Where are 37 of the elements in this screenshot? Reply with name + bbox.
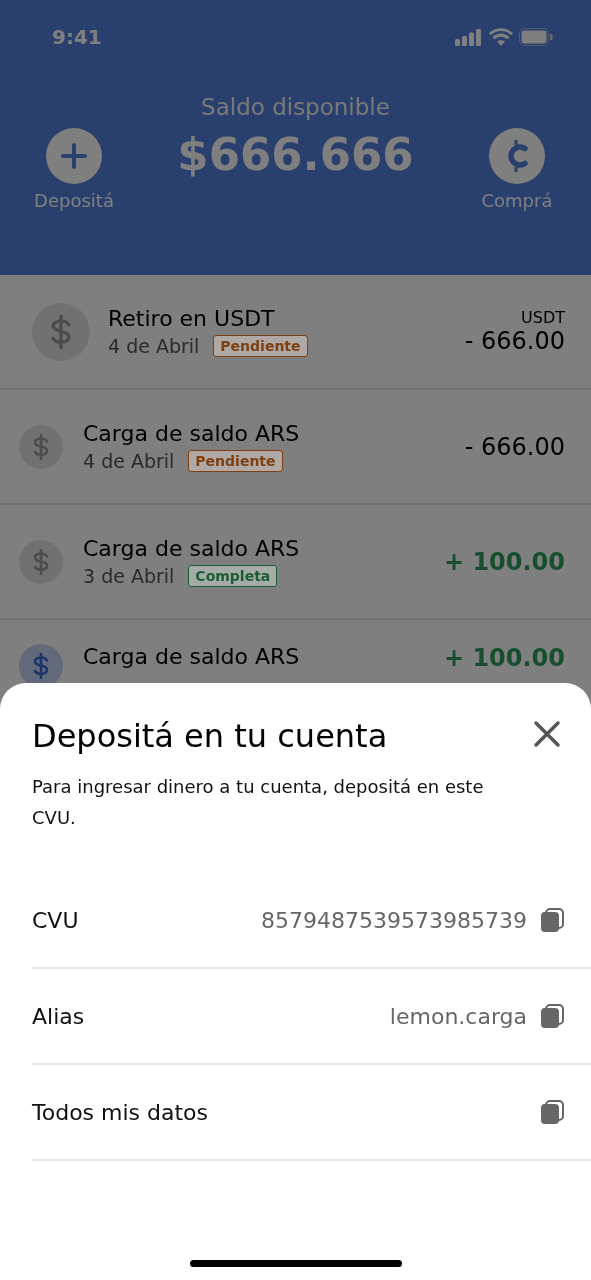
transaction-amount: - 666.00 bbox=[464, 327, 565, 355]
transaction-amount: + 100.00 bbox=[443, 547, 565, 576]
currency-label: USDT bbox=[521, 308, 565, 327]
transaction-title: Carga de saldo ARS bbox=[83, 536, 301, 561]
status-badge: Completa bbox=[188, 565, 278, 587]
signal-icon bbox=[455, 28, 483, 46]
battery-icon bbox=[519, 28, 553, 46]
field-label: CVU bbox=[32, 907, 80, 933]
transaction-title: Carga de saldo ARS bbox=[83, 644, 301, 669]
sheet-title: Depositá en tu cuenta bbox=[32, 717, 388, 755]
wifi-icon bbox=[489, 28, 513, 46]
copy-icon[interactable] bbox=[539, 1099, 565, 1125]
status-badge: Pendiente bbox=[188, 450, 283, 472]
transaction-amount: - 666.00 bbox=[464, 432, 565, 461]
field-label: Alias bbox=[32, 1003, 86, 1029]
balance-label: Saldo disponible bbox=[200, 94, 391, 120]
transaction-title: Retiro en USDT bbox=[108, 306, 276, 331]
plus-icon bbox=[61, 143, 87, 169]
sheet-description: Para ingresar dinero a tu cuenta, depositá en este CVU. bbox=[32, 775, 485, 830]
action-label: Comprá bbox=[481, 190, 553, 211]
deposit-button[interactable] bbox=[46, 128, 102, 184]
field-label: Todos mis datos bbox=[32, 1099, 210, 1125]
transaction-date: 3 de Abril bbox=[83, 565, 175, 587]
transaction-date: 4 de Abril bbox=[108, 335, 200, 357]
status-time: 9:41 bbox=[52, 25, 102, 49]
buy-button[interactable] bbox=[489, 128, 545, 184]
transaction-date: 4 de Abril bbox=[83, 450, 175, 472]
status-badge: Pendiente bbox=[213, 335, 308, 357]
field-value: lemon.carga bbox=[389, 1003, 527, 1029]
action-label: Depositá bbox=[34, 190, 114, 211]
transaction-title: Carga de saldo ARS bbox=[83, 421, 301, 446]
transaction-amount: + 100.00 bbox=[443, 644, 565, 672]
balance-amount: $666.666 bbox=[177, 128, 414, 181]
copy-icon[interactable] bbox=[539, 1003, 565, 1029]
field-value: 8579487539573985739 bbox=[261, 907, 527, 933]
copy-icon[interactable] bbox=[539, 907, 565, 933]
close-button[interactable] bbox=[533, 720, 561, 748]
